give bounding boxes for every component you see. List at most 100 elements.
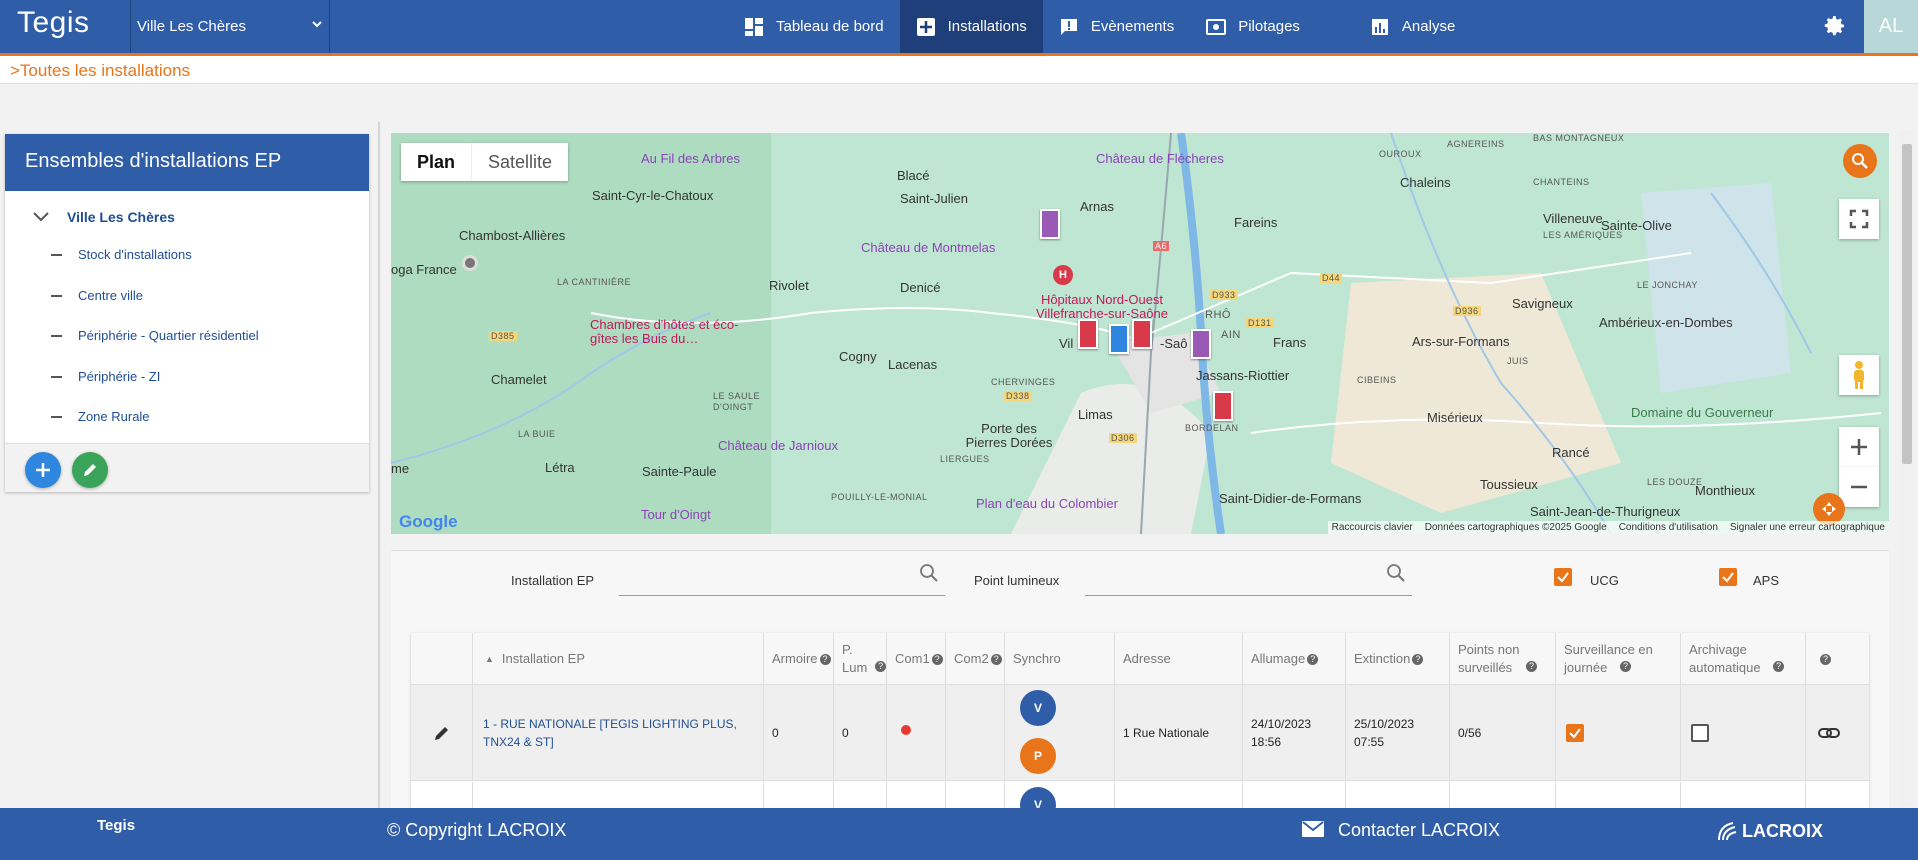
help-icon[interactable]: ? [1820,653,1831,665]
map-poi[interactable]: Tour d'Oingt [641,507,711,522]
map-poi[interactable]: Domaine du Gouverneur [1631,405,1773,420]
map[interactable]: Plan Satellite Saint-Cyr-le-Chatoux Cham… [391,133,1889,534]
map-search-button[interactable] [1843,144,1877,178]
plum-value: 0 [834,685,887,781]
map-small-label: D338 [1004,391,1032,401]
tree-item-label: Stock d'installations [78,247,192,262]
com1-status [887,685,946,781]
tree-item[interactable]: Périphérie - Quartier résidentiel [51,328,259,343]
map-small-label: BORDELAN [1185,423,1239,433]
installation-link[interactable]: 1 - RUE NATIONALE [TEGIS LIGHTING PLUS, … [473,685,764,781]
fullscreen-button[interactable] [1839,199,1879,239]
map-poi[interactable]: Chambres d'hôtes et éco-gîtes les Buis d… [590,318,760,346]
table-row[interactable]: 1 - RUE NATIONALE [TEGIS LIGHTING PLUS, … [411,685,1869,781]
zoom-out-button[interactable] [1839,467,1879,507]
breadcrumb[interactable]: >Toutes les installations [10,61,190,81]
tree-item[interactable]: Centre ville [51,288,143,303]
header-com1[interactable]: Com1? [887,633,946,685]
help-icon[interactable]: ? [1773,660,1784,672]
installation-marker[interactable] [1191,329,1211,359]
mail-icon[interactable] [1302,821,1324,837]
scrollbar-thumb[interactable] [1902,144,1912,464]
header-armoire[interactable]: Armoire? [764,633,834,685]
header-synchro[interactable]: Synchro [1005,633,1115,685]
search-icon[interactable] [919,563,939,583]
keyboard-shortcuts-link[interactable]: Raccourcis clavier [1332,522,1413,533]
help-icon[interactable]: ? [819,653,831,665]
map-poi[interactable]: Au Fil des Arbres [641,151,740,166]
chevron-down-icon[interactable] [33,206,49,227]
installation-marker[interactable] [1040,209,1060,239]
help-icon[interactable]: ? [1412,653,1424,665]
site-select[interactable]: Ville Les Chères [130,0,330,53]
map-poi[interactable]: Hôpitaux Nord-Ouest Villefranche-sur-Saô… [1032,293,1172,321]
top-bar: Tegis Ville Les Chères Tableau de bord I… [0,0,1918,56]
help-icon[interactable]: ? [931,653,943,665]
synchro-v-button[interactable]: V [1020,690,1056,726]
header-archivage[interactable]: Archivage automatique? [1681,633,1806,685]
nav-tableau-de-bord[interactable]: Tableau de bord [728,0,900,53]
contact-link[interactable]: Contacter LACROIX [1338,820,1500,841]
header-installation[interactable]: ▲ Installation EP [473,633,764,685]
tree-item[interactable]: Stock d'installations [51,247,192,262]
gear-icon[interactable] [1823,14,1847,38]
installation-marker[interactable] [1213,391,1233,421]
help-icon[interactable]: ? [1307,653,1319,665]
header-adresse[interactable]: Adresse [1115,633,1243,685]
location-pin-icon[interactable] [462,255,478,271]
map-poi[interactable]: Château de Flécheres [1096,151,1224,166]
map-poi[interactable]: Château de Montmelas [861,240,995,255]
installation-marker[interactable] [1132,319,1152,349]
terms-link[interactable]: Conditions d'utilisation [1619,522,1718,533]
map-place: Saint-Julien [900,191,968,206]
header-extinction[interactable]: Extinction? [1346,633,1450,685]
header-surveillance[interactable]: Surveillance en journée? [1556,633,1681,685]
tree-item[interactable]: Périphérie - ZI [51,369,160,384]
hospital-icon[interactable]: H [1053,265,1073,285]
nav-evenements[interactable]: Evènements [1043,0,1190,53]
synchro-p-button[interactable]: P [1020,738,1056,774]
edit-row-button[interactable] [411,685,473,781]
header-label: P. Lum [842,642,868,675]
ucg-checkbox[interactable] [1554,568,1572,586]
header-points[interactable]: Points non surveillés? [1450,633,1556,685]
installation-marker[interactable] [1109,324,1129,354]
map-place: Cogny [839,349,877,364]
map-attribution: Raccourcis clavier Données cartographiqu… [1327,521,1889,534]
help-icon[interactable]: ? [1526,660,1537,672]
street-view-button[interactable] [1839,355,1879,395]
surveillance-checkbox[interactable] [1566,724,1584,742]
tree-item[interactable]: Zone Rurale [51,409,150,424]
nav-analyse[interactable]: Analyse [1316,0,1471,53]
search-icon[interactable] [1386,563,1406,583]
header-com2[interactable]: Com2? [946,633,1005,685]
attachment-button[interactable] [1806,685,1869,781]
aps-checkbox[interactable] [1719,568,1737,586]
tree-root[interactable]: Ville Les Chères [33,206,175,227]
tab-plan[interactable]: Plan [401,143,471,181]
nav-pilotages[interactable]: Pilotages [1190,0,1316,53]
header-allumage[interactable]: Allumage? [1243,633,1346,685]
installation-marker[interactable] [1078,319,1098,349]
zoom-in-button[interactable] [1839,427,1879,467]
installation-filter-input[interactable] [619,595,945,596]
map-poi[interactable]: Château de Jarnioux [718,438,838,453]
table-row[interactable]: V [411,782,1869,811]
help-icon[interactable]: ? [990,653,1002,665]
splitter[interactable] [378,122,380,808]
point-filter-input[interactable] [1085,595,1412,596]
report-error-link[interactable]: Signaler une erreur cartographique [1730,522,1885,533]
header-label: Points non surveillés [1458,642,1520,675]
archivage-checkbox[interactable] [1691,724,1709,742]
map-poi[interactable]: Plan d'eau du Colombier [976,496,1118,511]
edit-group-button[interactable] [72,452,108,488]
header-plum[interactable]: P. Lum? [834,633,887,685]
tab-satellite[interactable]: Satellite [471,143,568,181]
add-group-button[interactable] [25,452,61,488]
app-brand[interactable]: Tegis [17,6,90,40]
header-help[interactable]: ? [1806,633,1869,685]
help-icon[interactable]: ? [875,660,886,672]
avatar[interactable]: AL [1864,0,1918,53]
help-icon[interactable]: ? [1620,660,1631,672]
nav-installations[interactable]: Installations [899,0,1043,53]
